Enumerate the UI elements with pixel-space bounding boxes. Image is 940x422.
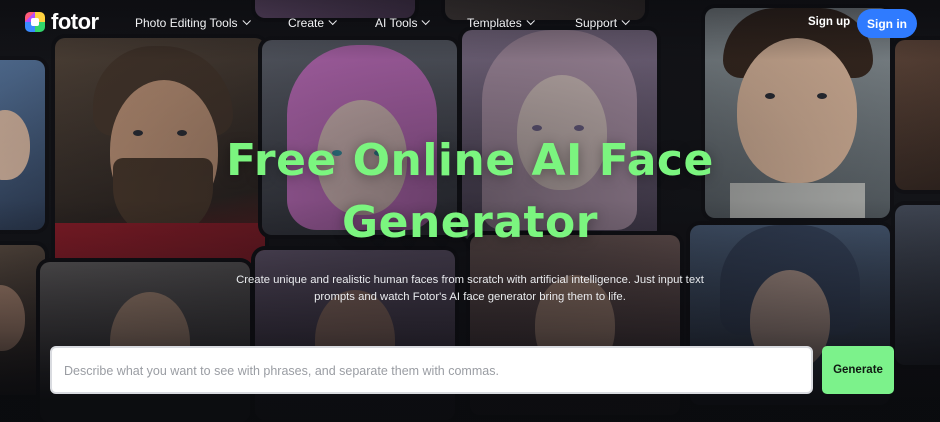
hero-description-line-2: prompts and watch Fotor's AI face genera… <box>314 291 626 303</box>
nav-item-ai-tools[interactable]: AI Tools <box>375 16 431 30</box>
nav-item-label: Photo Editing Tools <box>135 16 238 30</box>
nav-item-templates[interactable]: Templates <box>467 16 535 30</box>
chevron-down-icon <box>526 16 535 26</box>
nav-item-label: Support <box>575 16 618 30</box>
chevron-down-icon <box>621 16 630 26</box>
top-navigation: fotor Photo Editing Tools Create AI Tool… <box>0 0 940 46</box>
nav-item-support[interactable]: Support <box>575 16 630 30</box>
nav-item-label: AI Tools <box>375 16 418 30</box>
nav-item-label: Templates <box>467 16 522 30</box>
page-title-line-2: Generator <box>342 197 598 248</box>
hero-description-line-1: Create unique and realistic human faces … <box>236 274 704 286</box>
brand-name: fotor <box>51 9 99 34</box>
page-title: Free Online AI Face Generator <box>0 130 940 254</box>
page-title-line-1: Free Online AI Face <box>226 135 714 186</box>
fotor-logo-icon <box>25 12 45 32</box>
chevron-down-icon <box>421 16 431 26</box>
page: fotor Photo Editing Tools Create AI Tool… <box>0 0 940 422</box>
fotor-logo[interactable]: fotor <box>25 9 99 34</box>
nav-item-photo-editing-tools[interactable]: Photo Editing Tools <box>135 16 251 30</box>
chevron-down-icon <box>241 16 251 26</box>
generate-button[interactable]: Generate <box>822 346 894 394</box>
chevron-down-icon <box>328 16 337 26</box>
nav-item-create[interactable]: Create <box>288 16 337 30</box>
nav-item-label: Create <box>288 16 325 30</box>
sign-in-button[interactable]: Sign in <box>857 9 917 38</box>
prompt-input[interactable] <box>62 348 806 394</box>
hero-description: Create unique and realistic human faces … <box>210 272 730 306</box>
sign-up-link[interactable]: Sign up <box>808 16 850 28</box>
prompt-input-container <box>50 346 813 394</box>
